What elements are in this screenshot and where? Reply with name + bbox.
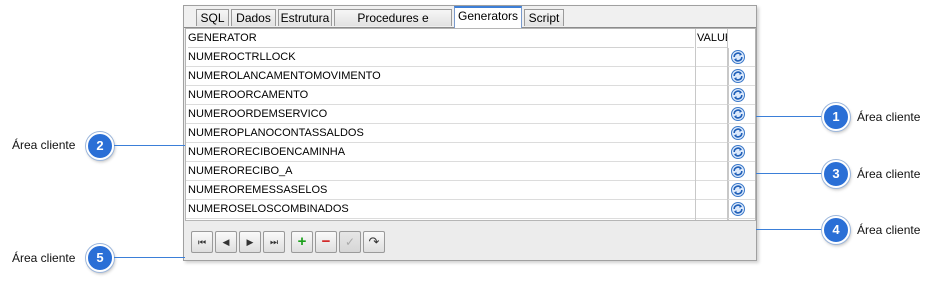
callout-badge-2: 2 bbox=[86, 132, 114, 160]
prior-icon: ◀ bbox=[222, 237, 230, 247]
table-row[interactable]: NUMEROCTRLLOCK bbox=[186, 48, 755, 67]
generator-value-cell[interactable] bbox=[695, 105, 729, 123]
table-row[interactable]: NUMEROPLANOCONTASSALDOS bbox=[186, 124, 755, 143]
column-divider bbox=[727, 29, 728, 220]
callout-label-4: Área cliente bbox=[857, 223, 921, 237]
generator-value-cell[interactable] bbox=[695, 48, 729, 66]
generator-value-cell[interactable] bbox=[695, 200, 729, 218]
table-row[interactable]: NUMEROORCAMENTO bbox=[186, 86, 755, 105]
refresh-value-icon[interactable] bbox=[730, 182, 746, 198]
generator-value-cell[interactable] bbox=[695, 181, 729, 199]
tab-generators[interactable]: Generators bbox=[454, 6, 522, 28]
generators-window: SQL Dados Estrutura Procedures e Trigger… bbox=[183, 5, 757, 261]
table-row[interactable]: NUMERORECIBOENCAMINHA bbox=[186, 143, 755, 162]
callout-label-3: Área cliente bbox=[857, 167, 921, 181]
column-divider bbox=[695, 29, 696, 220]
column-header-generator[interactable]: GENERATOR bbox=[188, 29, 694, 48]
callout-line-1 bbox=[756, 116, 822, 117]
tab-script[interactable]: Script bbox=[524, 9, 564, 26]
refresh-value-icon[interactable] bbox=[730, 68, 746, 84]
table-row[interactable]: NUMEROORDEMSERVICO bbox=[186, 105, 755, 124]
delete-button[interactable]: − bbox=[315, 231, 337, 253]
generator-value-cell[interactable] bbox=[695, 124, 729, 142]
callout-badge-5: 5 bbox=[86, 244, 114, 272]
generator-value-cell[interactable] bbox=[695, 219, 729, 220]
generator-value-cell[interactable] bbox=[695, 67, 729, 85]
minus-icon: − bbox=[321, 233, 331, 250]
generator-name-cell[interactable]: NUMEROCTRLLOCK bbox=[188, 48, 694, 66]
refresh-value-icon[interactable] bbox=[730, 125, 746, 141]
table-row[interactable]: NUMEROREMESSASELOS bbox=[186, 181, 755, 200]
refresh-value-icon[interactable] bbox=[730, 201, 746, 217]
generator-value-cell[interactable] bbox=[695, 143, 729, 161]
generator-name-cell[interactable]: NUMERORECIBO_A bbox=[188, 162, 694, 180]
callout-badge-3: 3 bbox=[822, 160, 850, 188]
next-button[interactable]: ▶ bbox=[239, 231, 261, 253]
callout-line-5 bbox=[114, 257, 185, 258]
refresh-value-icon[interactable] bbox=[730, 49, 746, 65]
tab-strip: SQL Dados Estrutura Procedures e Trigger… bbox=[184, 6, 756, 41]
prior-button[interactable]: ◀ bbox=[215, 231, 237, 253]
refresh-value-icon[interactable] bbox=[730, 106, 746, 122]
insert-button[interactable]: + bbox=[291, 231, 313, 253]
generator-name-cell[interactable]: NUMEROREMESSASELOS bbox=[188, 181, 694, 199]
check-icon: ✓ bbox=[344, 235, 356, 249]
callout-label-1: Área cliente bbox=[857, 110, 921, 124]
column-header-value[interactable]: VALUE bbox=[697, 29, 727, 48]
generator-name-cell[interactable]: NUMEROPLANOCONTASSALDOS bbox=[188, 124, 694, 142]
refresh-value-icon[interactable] bbox=[730, 144, 746, 160]
last-icon: ⏭ bbox=[269, 237, 279, 247]
table-row[interactable]: NUMEROSELOSCOMBINADOS bbox=[186, 200, 755, 219]
generator-value-cell[interactable] bbox=[695, 162, 729, 180]
generators-grid[interactable]: GENERATOR VALUE NUMEROCTRLLOCKNUMEROLANC… bbox=[185, 28, 756, 221]
generator-name-cell[interactable]: NUMEROORDEMSERVICO bbox=[188, 105, 694, 123]
callout-badge-4: 4 bbox=[822, 216, 850, 244]
table-row[interactable]: NUMEROSEQUENCIALOTESELO bbox=[186, 219, 755, 221]
last-button[interactable]: ⏭ bbox=[263, 231, 285, 253]
first-button[interactable]: ⏮ bbox=[191, 231, 213, 253]
generator-name-cell[interactable]: NUMERORECIBOENCAMINHA bbox=[188, 143, 694, 161]
refresh-value-icon[interactable] bbox=[730, 163, 746, 179]
generator-name-cell[interactable]: NUMEROSELOSCOMBINADOS bbox=[188, 200, 694, 218]
tab-procedures-triggers[interactable]: Procedures e Triggers bbox=[334, 9, 452, 41]
callout-line-3 bbox=[756, 173, 822, 174]
table-row[interactable]: NUMERORECIBO_A bbox=[186, 162, 755, 181]
tab-sql[interactable]: SQL bbox=[196, 9, 229, 26]
refresh-value-icon[interactable] bbox=[730, 220, 746, 221]
generator-name-cell[interactable]: NUMEROSEQUENCIALOTESELO bbox=[188, 219, 694, 220]
redo-icon: ↷ bbox=[368, 234, 380, 249]
callout-label-2: Área cliente bbox=[12, 138, 76, 152]
generator-name-cell[interactable]: NUMEROLANCAMENTOMOVIMENTO bbox=[188, 67, 694, 85]
refresh-value-icon[interactable] bbox=[730, 87, 746, 103]
generator-value-cell[interactable] bbox=[695, 86, 729, 104]
next-icon: ▶ bbox=[246, 237, 254, 247]
refresh-button[interactable]: ↷ bbox=[363, 231, 385, 253]
callout-line-2 bbox=[114, 145, 185, 146]
callout-badge-1: 1 bbox=[822, 103, 850, 131]
post-button[interactable]: ✓ bbox=[339, 231, 361, 253]
first-icon: ⏮ bbox=[197, 237, 207, 247]
callout-label-5: Área cliente bbox=[12, 251, 76, 265]
callout-line-4 bbox=[756, 229, 822, 230]
generator-name-cell[interactable]: NUMEROORCAMENTO bbox=[188, 86, 694, 104]
plus-icon: + bbox=[297, 233, 307, 250]
tab-dados[interactable]: Dados bbox=[231, 9, 276, 26]
table-row[interactable]: NUMEROLANCAMENTOMOVIMENTO bbox=[186, 67, 755, 86]
tab-estrutura[interactable]: Estrutura bbox=[278, 9, 332, 26]
